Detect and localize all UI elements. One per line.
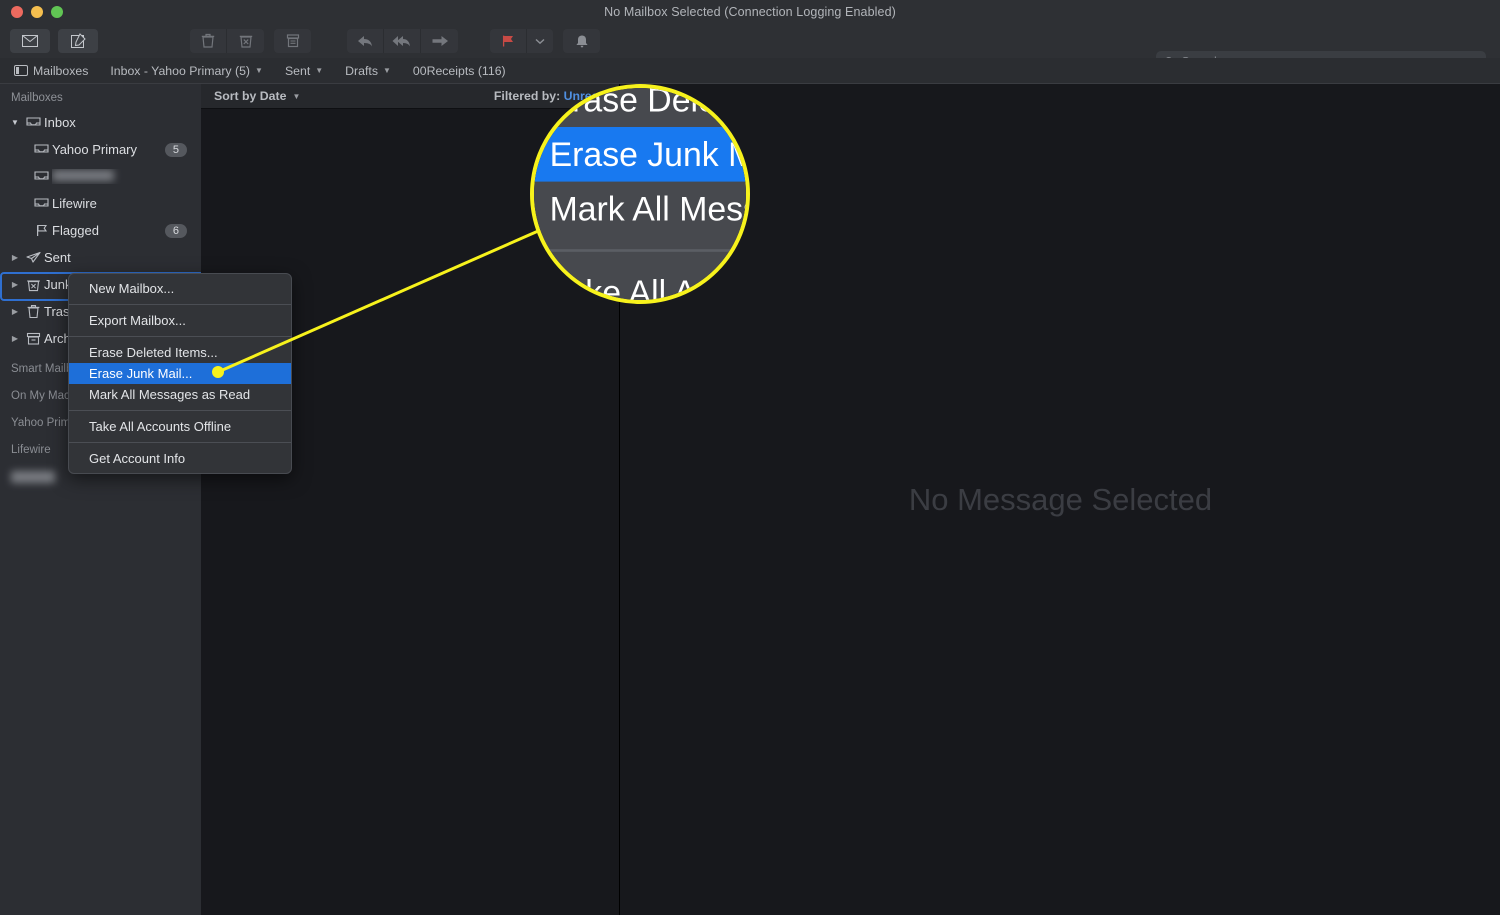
mail-app-window: No Mailbox Selected (Connection Logging … xyxy=(0,0,1500,915)
callout-anchor-dot xyxy=(212,366,224,378)
callout-magnifier: by: Unre Export Mailbox... Erase Deleted… xyxy=(530,84,750,304)
magnified-item-take-accounts-offline: Take All Accounts Offline xyxy=(530,265,750,304)
magnified-item-mark-all-read: Mark All Messages as Read xyxy=(530,182,750,237)
callout-leader-line xyxy=(0,0,1500,915)
magnified-context-menu: Export Mailbox... Erase Deleted Items...… xyxy=(530,84,750,304)
magnified-item-erase-junk-mail: Erase Junk Mail... xyxy=(530,127,750,182)
magnified-item-erase-deleted-items: Erase Deleted Items... xyxy=(530,84,750,127)
menu-separator xyxy=(530,249,750,252)
